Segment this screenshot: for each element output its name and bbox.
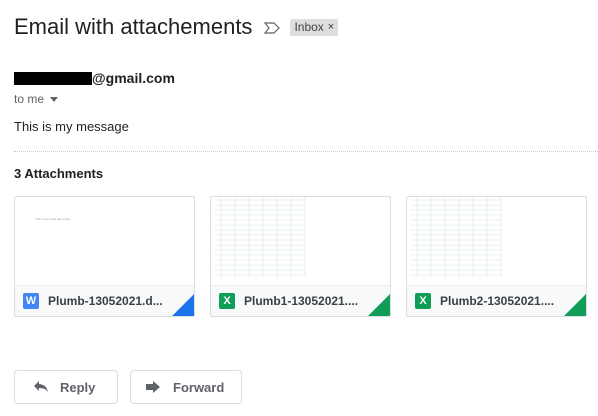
- reply-label: Reply: [60, 379, 96, 395]
- excel-file-icon: X: [219, 292, 235, 309]
- attachment-footer: W Plumb-13052021.d...: [15, 285, 194, 316]
- important-marker-icon[interactable]: [264, 21, 281, 34]
- spreadsheet-preview-grid: [215, 197, 306, 277]
- attachment-name: Plumb1-13052021....: [244, 293, 359, 308]
- reply-button[interactable]: Reply: [14, 370, 118, 404]
- attachment-card[interactable]: X Plumb2-13052021....: [406, 196, 587, 317]
- word-file-icon: W: [23, 292, 39, 309]
- forward-label: Forward: [173, 379, 225, 395]
- attachment-footer: X Plumb1-13052021....: [211, 285, 390, 316]
- attachment-preview: [211, 197, 390, 286]
- recipient-text: to me: [14, 92, 45, 106]
- attachments-divider: [14, 151, 598, 152]
- recipient-details-toggle[interactable]: to me: [14, 92, 59, 106]
- doc-preview-text: This is the word document: [35, 217, 71, 221]
- attachment-preview: [407, 197, 586, 286]
- sender-email[interactable]: @gmail.com: [92, 70, 175, 86]
- reply-arrow-icon: [33, 380, 49, 394]
- page-fold-icon: [564, 294, 586, 316]
- attachment-name: Plumb-13052021.d...: [48, 293, 163, 308]
- redacted-sender-name: [14, 71, 92, 85]
- attachment-name: Plumb2-13052021....: [440, 293, 555, 308]
- attachments-heading: 3 Attachments: [14, 166, 104, 181]
- subject-row: Email with attachements Inbox ×: [14, 12, 339, 42]
- attachment-footer: X Plumb2-13052021....: [407, 285, 586, 316]
- forward-button[interactable]: Forward: [130, 370, 242, 404]
- inbox-label-text: Inbox: [294, 19, 324, 34]
- message-body: This is my message: [14, 119, 129, 134]
- page-fold-icon: [172, 294, 194, 316]
- email-subject: Email with attachements: [14, 14, 253, 39]
- sender-row: @gmail.com: [14, 70, 175, 86]
- spreadsheet-preview-grid: [411, 197, 502, 277]
- forward-arrow-icon: [145, 380, 161, 394]
- inbox-label-chip[interactable]: Inbox ×: [290, 18, 339, 36]
- attachment-preview: This is the word document: [15, 197, 194, 286]
- remove-label-icon[interactable]: ×: [328, 20, 334, 34]
- excel-file-icon: X: [415, 292, 431, 309]
- attachment-card[interactable]: This is the word document W Plumb-130520…: [14, 196, 195, 317]
- page-fold-icon: [368, 294, 390, 316]
- attachment-card[interactable]: X Plumb1-13052021....: [210, 196, 391, 317]
- caret-down-icon[interactable]: [50, 96, 59, 102]
